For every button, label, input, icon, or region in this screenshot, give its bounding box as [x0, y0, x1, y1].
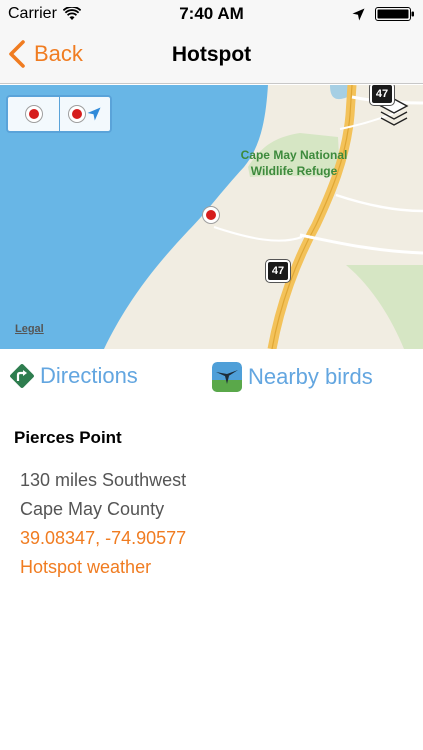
hotspot-county: Cape May County [20, 499, 165, 519]
bird-app-icon [212, 362, 242, 392]
status-right [352, 6, 415, 22]
hotspot-distance: 130 miles Southwest [20, 470, 187, 490]
hotspot-pin-icon [25, 106, 42, 122]
route-shield-mid: 47 [266, 260, 290, 282]
map-view[interactable]: Cape May National Wildlife Refuge 47 47 … [0, 85, 423, 349]
directions-icon [10, 364, 34, 388]
nearby-birds-button[interactable]: Nearby birds [212, 362, 373, 392]
action-row: Directions Nearby birds [0, 352, 423, 404]
hotspot-location-pin-icon[interactable] [203, 207, 219, 223]
location-arrow-icon [352, 8, 365, 20]
directions-label: Directions [40, 363, 138, 388]
pin-icon [69, 106, 85, 122]
navigation-bar: Back Hotspot [0, 28, 423, 84]
locate-button[interactable] [59, 97, 110, 131]
nearby-birds-label: Nearby birds [248, 364, 373, 389]
route-shield-top: 47 [370, 85, 394, 105]
hotspot-weather-link[interactable]: Hotspot weather [20, 557, 151, 578]
directions-button[interactable]: Directions [8, 362, 138, 390]
battery-icon [375, 7, 414, 21]
locate-control [69, 106, 101, 122]
hotspot-coordinates-link[interactable]: 39.08347, -74.90577 [20, 528, 186, 549]
hotspot-name: Pierces Point [14, 428, 122, 447]
refuge-map-label: Cape May National Wildlife Refuge [240, 148, 348, 178]
legal-link[interactable]: Legal [15, 323, 44, 335]
show-hotspot-button[interactable] [8, 97, 59, 131]
location-arrow-icon [87, 107, 101, 121]
status-bar: Carrier 7:40 AM [0, 0, 423, 28]
page-title: Hotspot [171, 43, 252, 66]
map-controls [6, 95, 112, 133]
